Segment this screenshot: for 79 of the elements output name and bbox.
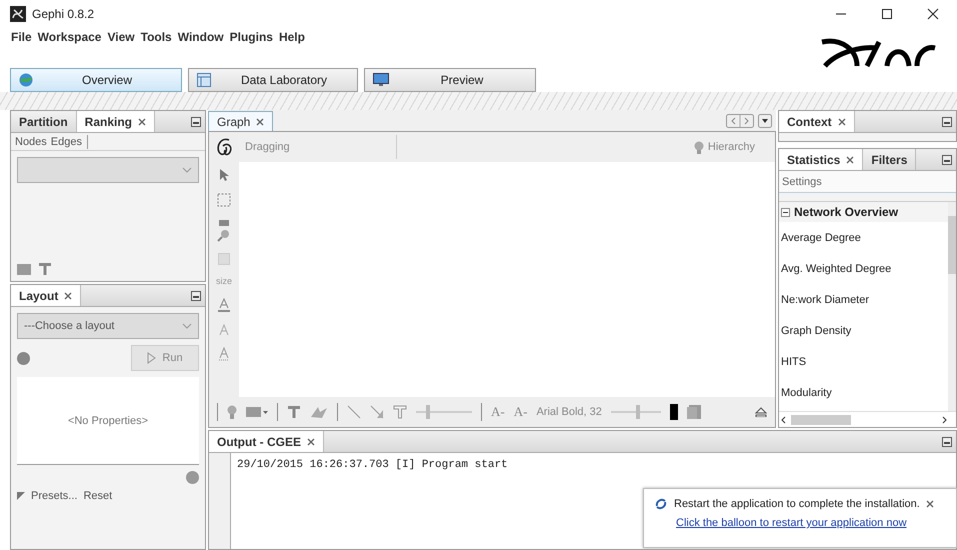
minimize-icon[interactable]	[942, 154, 952, 164]
dropdown-icon[interactable]	[758, 114, 772, 128]
subtab[interactable]: Nodes	[13, 136, 49, 148]
menu-item[interactable]: Workspace	[34, 30, 104, 44]
statistic-item[interactable]: Avg. Weighted Degree	[779, 253, 948, 284]
panel-tab[interactable]: Output - CGEE	[209, 431, 324, 452]
panel-tab[interactable]: Context	[779, 111, 855, 132]
panel-tab[interactable]: Graph	[208, 111, 274, 131]
statistic-item[interactable]: Ne:work Diameter	[779, 284, 948, 315]
menu-item[interactable]: View	[104, 30, 138, 44]
line-paint-icon[interactable]	[370, 405, 384, 419]
statistic-item[interactable]: Average Degree	[779, 222, 948, 253]
presets-link[interactable]: Presets...	[31, 490, 78, 502]
text-underline-icon[interactable]	[217, 297, 231, 313]
minimize-icon[interactable]	[942, 436, 952, 446]
output-line: 29/10/2015 16:26:37.703 [I] Program start	[237, 459, 509, 471]
minimize-icon[interactable]	[942, 116, 952, 126]
window-title: Gephi 0.8.2	[32, 7, 94, 21]
bulb-icon	[694, 140, 704, 154]
chevron-icon	[182, 323, 192, 329]
workspace-button[interactable]: Overview	[10, 68, 182, 92]
workspace-button[interactable]: Preview	[364, 68, 536, 92]
restart-link[interactable]: Click the balloon to restart your application now	[676, 517, 948, 529]
chevron-icon	[182, 167, 192, 173]
rectangle-select-icon[interactable]	[217, 193, 231, 207]
minimize-icon[interactable]	[191, 116, 201, 126]
ranking-dropdown[interactable]	[17, 157, 199, 183]
text-shadow-icon[interactable]	[218, 324, 230, 336]
corner-icon	[17, 492, 25, 500]
maximize-icon[interactable]	[881, 8, 893, 20]
text-tool-icon[interactable]	[287, 405, 301, 419]
pointer-icon[interactable]	[219, 168, 229, 182]
menu-item[interactable]: File	[8, 30, 35, 44]
menu-item[interactable]: Tools	[138, 30, 175, 44]
layout-dropdown[interactable]: ---Choose a layout	[17, 313, 199, 339]
color-swatch-icon[interactable]	[670, 404, 678, 420]
line-icon[interactable]	[347, 405, 361, 419]
globe-icon	[19, 73, 33, 87]
eject-icon[interactable]	[755, 407, 767, 417]
statistic-item[interactable]: Graph Density	[779, 315, 948, 346]
color-dropdown-icon[interactable]	[246, 406, 268, 418]
horizontal-scrollbar[interactable]	[779, 414, 949, 426]
panel-tab[interactable]: Filters	[863, 149, 916, 170]
scale-slider-thumb[interactable]	[636, 405, 640, 419]
settings-label[interactable]: Settings	[779, 171, 956, 193]
copy-icon[interactable]	[686, 405, 701, 419]
collapse-icon[interactable]	[781, 208, 790, 216]
info-icon[interactable]	[17, 352, 30, 364]
menu-item[interactable]: Help	[276, 30, 308, 44]
workspace-button[interactable]: Data Laboratory	[188, 68, 358, 92]
table-icon	[197, 73, 211, 87]
vertical-scrollbar[interactable]	[948, 202, 956, 411]
properties-area: <No Properties>	[17, 377, 199, 465]
size-slider-thumb[interactable]	[426, 405, 430, 419]
statistic-item[interactable]: Modularity	[779, 377, 948, 408]
mode-label: Dragging	[239, 135, 397, 159]
close-icon[interactable]	[927, 8, 939, 20]
section-header[interactable]: Network Overview	[779, 202, 948, 222]
panel-tab[interactable]: Ranking	[76, 111, 156, 132]
panel-tab[interactable]: Partition	[11, 111, 77, 132]
text-outline-icon[interactable]	[218, 347, 230, 361]
panel-tab[interactable]: Layout	[11, 285, 82, 306]
bulb-icon[interactable]	[227, 405, 237, 419]
menu-item[interactable]: Window	[174, 30, 227, 44]
refresh-icon	[654, 497, 668, 511]
app-icon	[10, 6, 26, 22]
text-tool-icon[interactable]	[393, 405, 407, 419]
subtab[interactable]: Edges	[48, 136, 84, 148]
reset-link[interactable]: Reset	[83, 490, 112, 502]
notification-balloon[interactable]: Restart the application to complete the installation. Click the balloon to restart your application now	[643, 488, 957, 548]
help-icon[interactable]	[186, 471, 199, 484]
brush-magnifier-icon[interactable]	[217, 218, 231, 242]
menu-item[interactable]: Plugins	[226, 30, 276, 44]
notification-message: Restart the application to complete the installation.	[674, 498, 920, 510]
monitor-icon	[373, 73, 389, 87]
play-icon	[147, 352, 156, 364]
minimize-icon[interactable]	[191, 290, 201, 300]
panel-tab[interactable]: Statistics	[779, 149, 864, 170]
statistic-item[interactable]: HITS	[779, 346, 948, 377]
